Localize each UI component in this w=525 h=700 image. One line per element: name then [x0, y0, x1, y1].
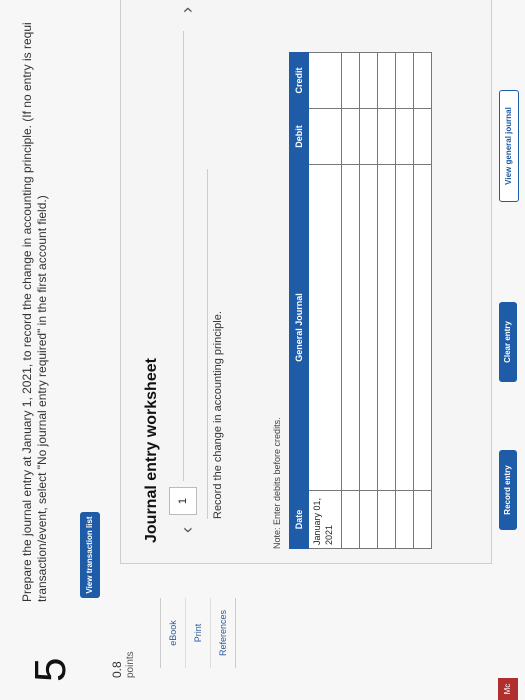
- table-row: [395, 0, 414, 549]
- date-line-1: January 01,: [312, 497, 322, 545]
- question-page: 5 0.8 points eBook Print References Prep…: [0, 0, 525, 700]
- credit-cell[interactable]: [308, 52, 342, 109]
- points-value: 0.8: [110, 661, 124, 678]
- table-row: [341, 0, 360, 549]
- journal-table: Date General Journal Debit Credit Januar…: [289, 0, 432, 549]
- date-cell[interactable]: [413, 490, 432, 549]
- account-cell[interactable]: [413, 164, 432, 491]
- print-link[interactable]: Print: [186, 598, 211, 668]
- table-row: [413, 0, 432, 549]
- credit-cell[interactable]: [413, 52, 432, 109]
- account-cell[interactable]: [395, 164, 414, 491]
- debit-cell[interactable]: [413, 108, 432, 165]
- debit-cell[interactable]: [308, 108, 342, 165]
- credit-cell[interactable]: [359, 52, 378, 109]
- date-cell[interactable]: [359, 490, 378, 549]
- table-row: [377, 0, 396, 549]
- chevron-right-icon[interactable]: ›: [177, 7, 198, 13]
- blank-cell: [395, 0, 414, 53]
- record-entry-button[interactable]: Record entry: [499, 450, 517, 530]
- clear-entry-button[interactable]: Clear entry: [499, 302, 517, 382]
- credit-cell[interactable]: [395, 52, 414, 109]
- debit-cell[interactable]: [395, 108, 414, 165]
- view-general-journal-button[interactable]: View general journal: [499, 90, 519, 202]
- date-line-2: 2021: [324, 524, 334, 545]
- header-debit: Debit: [289, 108, 309, 165]
- journal-entry-worksheet: Journal entry worksheet ‹ 1 › Record the…: [120, 0, 492, 564]
- references-link[interactable]: References: [211, 598, 235, 668]
- blank-cell: [341, 0, 360, 53]
- date-cell[interactable]: [395, 490, 414, 549]
- account-cell[interactable]: [308, 164, 342, 491]
- entry-number-box[interactable]: 1: [169, 487, 197, 515]
- date-cell[interactable]: January 01, 2021: [308, 490, 342, 549]
- blank-cell: [377, 0, 396, 53]
- prompt-line-2: transaction/event, select "No journal en…: [35, 195, 49, 602]
- debit-credit-note: Note: Enter debits before credits.: [272, 417, 282, 549]
- prompt-line-1: Prepare the journal entry at January 1, …: [20, 22, 34, 602]
- blank-cell: [413, 0, 432, 53]
- entry-divider: [183, 31, 184, 481]
- header-blank: [289, 0, 309, 53]
- view-transaction-list-button[interactable]: View transaction list: [80, 512, 100, 598]
- side-links: eBook Print References: [160, 598, 236, 668]
- points-label: points: [125, 651, 136, 678]
- question-prompt: Prepare the journal entry at January 1, …: [20, 2, 50, 602]
- blank-cell: [308, 0, 342, 53]
- credit-cell[interactable]: [341, 52, 360, 109]
- debit-cell[interactable]: [341, 108, 360, 165]
- entry-instruction: Record the change in accounting principl…: [207, 169, 224, 519]
- mc-badge: Mc: [498, 678, 518, 700]
- account-cell[interactable]: [341, 164, 360, 491]
- table-row: [359, 0, 378, 549]
- credit-cell[interactable]: [377, 52, 396, 109]
- header-credit: Credit: [289, 52, 309, 109]
- date-cell[interactable]: [341, 490, 360, 549]
- account-cell[interactable]: [377, 164, 396, 491]
- worksheet-title: Journal entry worksheet: [143, 358, 160, 543]
- table-header-row: Date General Journal Debit Credit: [289, 0, 309, 549]
- date-cell[interactable]: [377, 490, 396, 549]
- header-date: Date: [289, 490, 309, 549]
- debit-cell[interactable]: [377, 108, 396, 165]
- header-general-journal: General Journal: [289, 164, 309, 491]
- chevron-left-icon[interactable]: ‹: [177, 527, 198, 533]
- account-cell[interactable]: [359, 164, 378, 491]
- debit-cell[interactable]: [359, 108, 378, 165]
- table-row: January 01, 2021: [308, 0, 342, 549]
- ebook-link[interactable]: eBook: [161, 598, 186, 668]
- question-number: 5: [26, 657, 75, 682]
- blank-cell: [359, 0, 378, 53]
